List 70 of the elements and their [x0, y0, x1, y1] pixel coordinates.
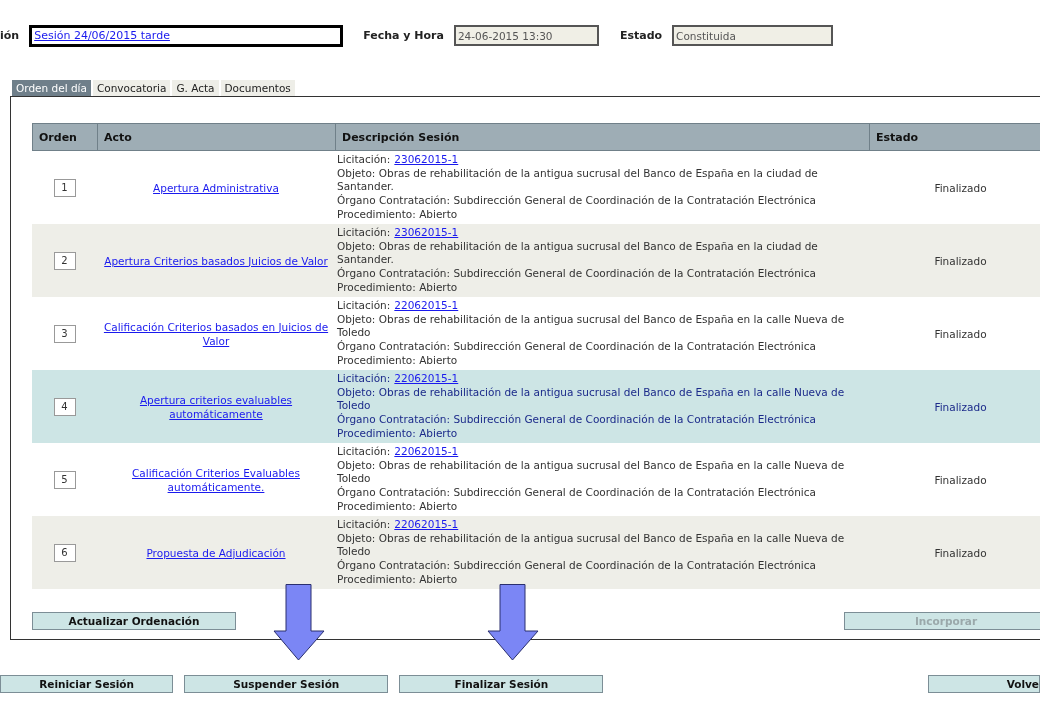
column-header: Acto — [97, 123, 335, 151]
tab[interactable]: Orden del día — [12, 80, 91, 96]
status-text: Finalizado — [934, 400, 987, 413]
table-button[interactable]: Actualizar Ordenación — [32, 612, 236, 630]
down-arrow-icon — [273, 584, 325, 661]
licitacion-label: Licitación: — [337, 153, 391, 167]
objeto-text: Objeto: Obras de rehabilitación de la antigua sucrusal del Banco de España en la calle Nueva de Toledo — [337, 312, 845, 339]
order-field[interactable]: 1 — [53, 178, 76, 197]
objeto-text: Objeto: Obras de rehabilitación de la antigua sucrusal del Banco de España en la calle Nueva de Toledo — [337, 458, 845, 485]
status-text: Finalizado — [934, 327, 987, 340]
organo-text: Órgano Contratación: Subdirección General de Coordinación de la Contratación Electrónica — [337, 559, 816, 572]
licitacion-link[interactable]: 22062015-1 — [394, 299, 463, 313]
act-link[interactable]: Calificación Criterios basados en Juicios de Valor — [97, 319, 335, 348]
organo-text: Órgano Contratación: Subdirección General de Coordinación de la Contratación Electrónica — [337, 486, 816, 499]
footer-button[interactable]: Volve — [928, 675, 1040, 693]
objeto-text: Objeto: Obras de rehabilitación de la antigua sucrusal del Banco de España en la ciudad de Santander. — [337, 239, 818, 266]
licitacion-label: Licitación: — [337, 445, 391, 459]
session-link[interactable]: Sesión 24/06/2015 tarde — [34, 29, 170, 42]
tab[interactable]: G. Acta — [172, 80, 219, 96]
organo-text: Órgano Contratación: Subdirección General de Coordinación de la Contratación Electrónica — [337, 413, 816, 426]
order-field[interactable]: 5 — [53, 470, 76, 489]
licitacion-label: Licitación: — [337, 518, 391, 532]
session-field[interactable]: Sesión 24/06/2015 tarde — [29, 24, 344, 47]
procedimiento-text: Procedimiento: Abierto — [337, 572, 458, 585]
status-text: Finalizado — [934, 254, 987, 267]
licitacion-link[interactable]: 23062015-1 — [394, 153, 463, 167]
act-link[interactable]: Apertura criterios evaluables automáticamente — [97, 392, 335, 421]
licitacion-link[interactable]: 22062015-1 — [394, 518, 463, 532]
procedimiento-text: Procedimiento: Abierto — [337, 207, 458, 220]
column-header: Orden — [32, 123, 97, 151]
procedimiento-text: Procedimiento: Abierto — [337, 353, 458, 366]
act-link[interactable]: Apertura Criterios basados Juicios de Valor — [100, 253, 332, 268]
order-field[interactable]: 2 — [53, 251, 76, 270]
licitacion-label: Licitación: — [337, 372, 391, 386]
column-header: Descripción Sesión — [335, 123, 869, 151]
footer-button[interactable]: Suspender Sesión — [184, 675, 389, 693]
procedimiento-text: Procedimiento: Abierto — [337, 426, 458, 439]
licitacion-link[interactable]: 22062015-1 — [394, 372, 463, 386]
procedimiento-text: Procedimiento: Abierto — [337, 499, 458, 512]
tab[interactable]: Convocatoria — [92, 80, 171, 96]
order-field[interactable]: 3 — [53, 324, 76, 343]
column-header: Estado — [869, 123, 1040, 151]
session-label: ión — [0, 29, 20, 42]
procedimiento-text: Procedimiento: Abierto — [337, 280, 458, 293]
licitacion-label: Licitación: — [337, 299, 391, 313]
act-link[interactable]: Propuesta de Adjudicación — [142, 545, 290, 560]
order-field[interactable]: 4 — [53, 397, 76, 416]
status-text: Finalizado — [934, 473, 987, 486]
date-field[interactable]: 24-06-2015 13:30 — [453, 25, 599, 46]
status-text: Finalizado — [934, 546, 987, 559]
date-label: Fecha y Hora — [363, 29, 444, 42]
status-label: Estado — [619, 29, 663, 42]
objeto-text: Objeto: Obras de rehabilitación de la antigua sucrusal del Banco de España en la calle Nueva de Toledo — [337, 531, 845, 558]
act-link[interactable]: Calificación Criterios Evaluables automáticamente. — [97, 465, 335, 494]
organo-text: Órgano Contratación: Subdirección General de Coordinación de la Contratación Electrónica — [337, 267, 816, 280]
objeto-text: Objeto: Obras de rehabilitación de la antigua sucrusal del Banco de España en la calle Nueva de Toledo — [337, 385, 845, 412]
licitacion-link[interactable]: 22062015-1 — [394, 445, 463, 459]
status-field[interactable]: Constituida — [672, 25, 834, 46]
down-arrow-icon — [487, 584, 539, 661]
licitacion-link[interactable]: 23062015-1 — [394, 226, 463, 240]
footer-button[interactable]: Reiniciar Sesión — [0, 675, 174, 693]
footer-button[interactable]: Finalizar Sesión — [399, 675, 604, 693]
objeto-text: Objeto: Obras de rehabilitación de la antigua sucrusal del Banco de España en la ciudad de Santander. — [337, 166, 818, 193]
tab[interactable]: Documentos — [220, 80, 295, 96]
order-field[interactable]: 6 — [53, 543, 76, 562]
organo-text: Órgano Contratación: Subdirección General de Coordinación de la Contratación Electrónica — [337, 340, 816, 353]
licitacion-label: Licitación: — [337, 226, 391, 240]
act-link[interactable]: Apertura Administrativa — [149, 180, 283, 195]
organo-text: Órgano Contratación: Subdirección General de Coordinación de la Contratación Electrónica — [337, 194, 816, 207]
status-text: Finalizado — [934, 181, 987, 194]
